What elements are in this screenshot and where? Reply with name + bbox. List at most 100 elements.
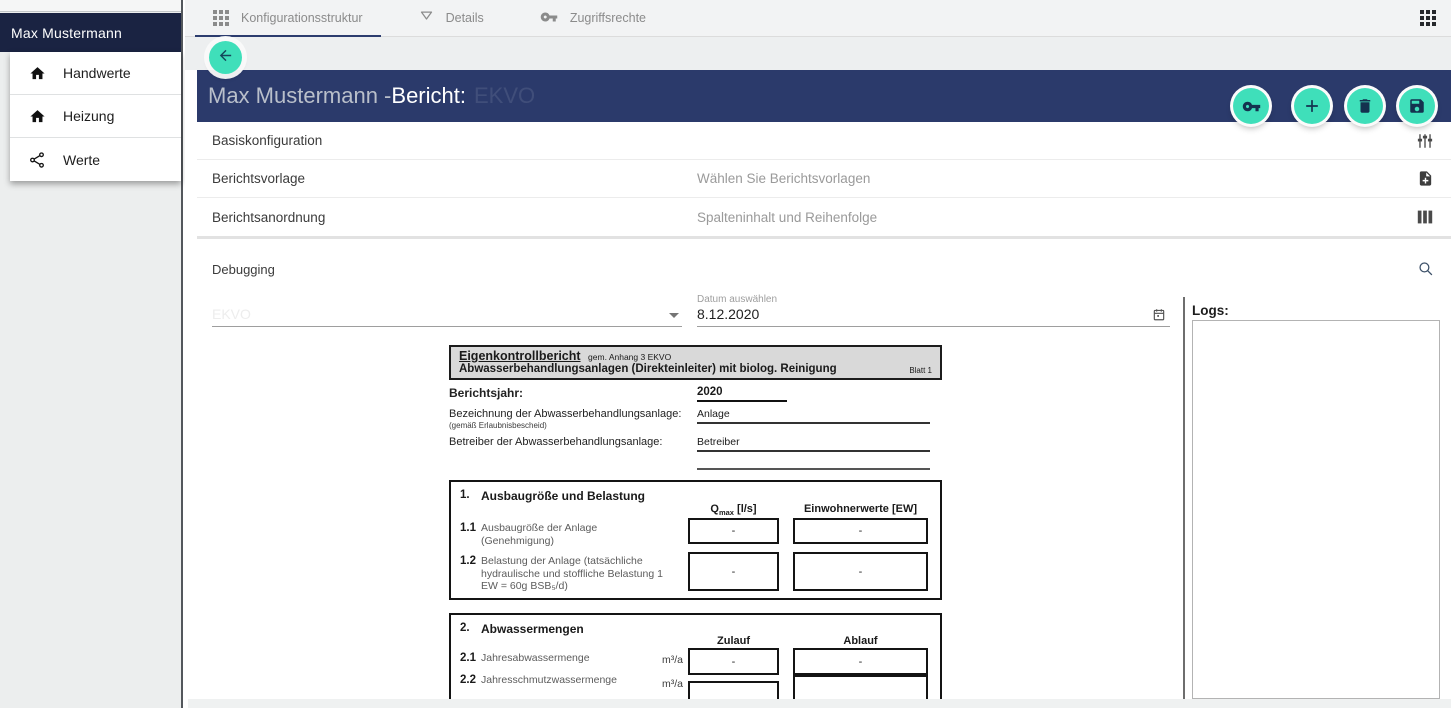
document-title-suffix: gem. Anhang 3 EKVO [588, 352, 671, 362]
plus-icon [1302, 96, 1322, 116]
report-document-preview: Eigenkontrollbericht gem. Anhang 3 EKVO … [449, 345, 942, 708]
document-header: Eigenkontrollbericht gem. Anhang 3 EKVO … [449, 345, 942, 380]
chevron-down-icon [669, 313, 679, 318]
field-value[interactable]: 2020 [697, 386, 787, 402]
column-header-ablauf: Ablauf [793, 635, 928, 647]
document-section-1: 1. Ausbaugröße und Belastung Qmax [l/s] … [449, 480, 942, 600]
row-secondary: Spalteninhalt und Reihenfolge [697, 210, 877, 225]
add-button[interactable] [1294, 88, 1330, 124]
arrow-left-icon [217, 47, 234, 69]
row-berichtsvorlage[interactable]: Berichtsvorlage Wählen Sie Berichtsvorla… [197, 160, 1451, 198]
home-icon [28, 107, 46, 125]
document-page-number: Blatt 1 [909, 366, 932, 375]
columns-icon[interactable] [1416, 209, 1434, 225]
sidebar-item-werte[interactable]: Werte [10, 138, 181, 181]
row-number: 1.2 [460, 555, 476, 567]
tune-icon[interactable] [1416, 132, 1434, 150]
vertical-divider [1183, 297, 1185, 708]
access-key-button[interactable] [1233, 88, 1269, 124]
column-header-zulauf: Zulauf [688, 635, 779, 647]
row-berichtsanordnung[interactable]: Berichtsanordnung Spalteninhalt und Reih… [197, 198, 1451, 236]
document-subtitle: Abwasserbehandlungsanlagen (Direkteinlei… [459, 363, 837, 375]
tab-details[interactable]: Details [401, 0, 502, 36]
report-type-select[interactable]: EKVO [212, 301, 682, 327]
value-cell[interactable]: - [793, 518, 928, 544]
share-icon [28, 151, 46, 169]
save-button[interactable] [1399, 88, 1435, 124]
filter-icon [419, 9, 434, 27]
sidebar-top-strip [0, 0, 181, 12]
field-berichtsjahr: Berichtsjahr: 2020 [449, 386, 942, 402]
sidebar: Max Mustermann Handwerte Heizung [0, 0, 183, 708]
sidebar-item-handwerte[interactable]: Handwerte [10, 52, 181, 95]
home-icon [28, 64, 46, 82]
section-divider [197, 236, 1451, 239]
grid-icon [213, 10, 229, 26]
row-number: 1.1 [460, 522, 476, 534]
logs-label: Logs: [1192, 303, 1229, 318]
row-label: Berichtsvorlage [212, 171, 305, 186]
tab-konfigurationsstruktur[interactable]: Konfigurationsstruktur [195, 0, 381, 36]
logs-output-box[interactable] [1192, 320, 1440, 699]
row-number: 2.1 [460, 652, 476, 664]
content-area: Max Mustermann - Bericht: EKVO [185, 37, 1451, 708]
value-cell[interactable]: - [688, 552, 779, 591]
app-window: Max Mustermann Handwerte Heizung [0, 0, 1451, 708]
section-number: 2. [460, 622, 470, 634]
sidebar-item-label: Heizung [63, 108, 114, 124]
column-header-qmax: Qmax [l/s] [688, 503, 779, 517]
document-title: Eigenkontrollbericht [459, 349, 581, 363]
section-number: 1. [460, 489, 470, 501]
sidebar-menu-card: Handwerte Heizung Werte [10, 52, 181, 181]
field-value[interactable]: Anlage [697, 408, 930, 424]
note-add-icon[interactable] [1417, 170, 1434, 187]
tab-zugriffsrechte[interactable]: Zugriffsrechte [522, 0, 664, 36]
row-unit: m³/a [621, 678, 683, 690]
key-icon [540, 8, 558, 29]
value-cell[interactable]: - [688, 648, 779, 675]
field-value[interactable]: Betreiber [697, 436, 930, 452]
date-value: 8.12.2020 [697, 306, 759, 322]
sidebar-header: Max Mustermann [0, 13, 181, 52]
page-title: Bericht: [391, 83, 466, 109]
search-icon[interactable] [1417, 260, 1434, 282]
document-section-2: 2. Abwassermengen Zulauf Ablauf 2.1 Jahr… [449, 613, 942, 708]
sidebar-item-heizung[interactable]: Heizung [10, 95, 181, 138]
horizontal-scrollbar[interactable] [188, 699, 1451, 708]
row-label: Basiskonfiguration [212, 133, 322, 148]
value-cell[interactable]: - [688, 518, 779, 544]
field-label: Bezeichnung der Abwasserbehandlungsanlag… [449, 408, 697, 420]
row-number: 2.2 [460, 674, 476, 686]
document-fields: Berichtsjahr: 2020 Bezeichnung der Abwas… [449, 386, 942, 470]
debugging-title: Debugging [212, 262, 275, 277]
column-header-ew: Einwohnerwerte [EW] [793, 503, 928, 515]
delete-button[interactable] [1347, 88, 1383, 124]
save-icon [1408, 97, 1426, 115]
value-cell[interactable]: - [793, 648, 928, 675]
sidebar-user-title: Max Mustermann [11, 25, 122, 41]
calendar-icon[interactable] [1152, 307, 1166, 325]
row-basiskonfiguration[interactable]: Basiskonfiguration [197, 122, 1451, 160]
date-input[interactable]: 8.12.2020 [697, 304, 1170, 327]
page-title-faint: EKVO [474, 83, 535, 109]
blank-underline-field[interactable] [697, 458, 930, 470]
tab-label: Konfigurationsstruktur [241, 11, 363, 25]
row-label: Berichtsanordnung [212, 210, 325, 225]
back-button[interactable] [209, 41, 242, 74]
field-sublabel: (gemäß Erlaubnisbescheid) [449, 421, 697, 430]
apps-grid-icon[interactable] [1420, 10, 1436, 26]
tab-label: Details [446, 11, 484, 25]
sidebar-item-label: Werte [63, 152, 100, 168]
field-bezeichnung: Bezeichnung der Abwasserbehandlungsanlag… [449, 408, 942, 430]
main-area: Konfigurationsstruktur Details Zugriffsr… [185, 0, 1451, 708]
field-label: Betreiber der Abwasserbehandlungsanlage: [449, 436, 697, 448]
select-value: EKVO [212, 306, 251, 322]
tab-bar: Konfigurationsstruktur Details Zugriffsr… [185, 0, 1451, 37]
section-title: Ausbaugröße und Belastung [481, 489, 645, 503]
row-secondary: Wählen Sie Berichtsvorlagen [697, 171, 870, 186]
section-title: Abwassermengen [481, 622, 584, 636]
config-row-list: Basiskonfiguration Berichtsvorlage Wähle… [197, 122, 1451, 236]
value-cell[interactable]: - [793, 552, 928, 591]
row-label: Jahresabwassermenge [481, 652, 631, 665]
key-icon [1242, 97, 1261, 116]
